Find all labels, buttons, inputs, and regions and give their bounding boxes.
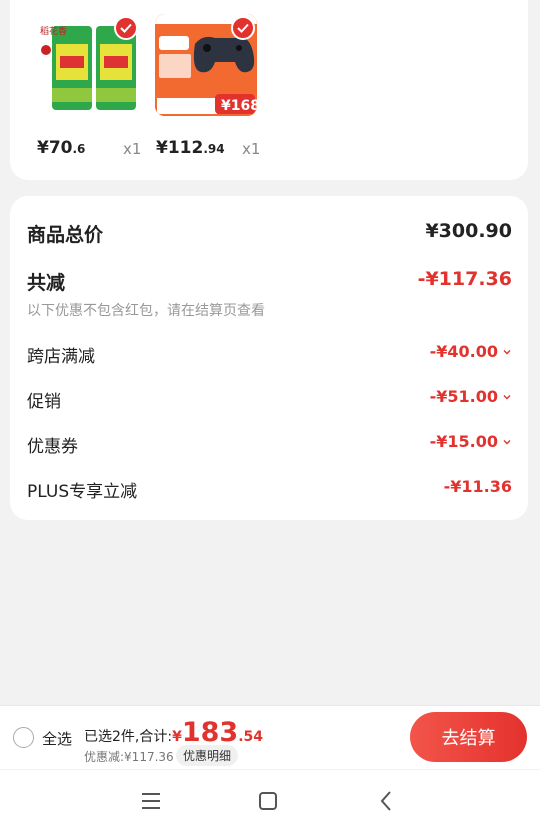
discount-amount: -¥51.00 [429,387,498,406]
discount-amount: -¥15.00 [429,432,498,451]
chevron-down-icon [503,349,511,354]
total-reduce-label: 共减 [27,272,66,294]
chevron-down-icon [503,439,511,444]
home-icon[interactable] [254,788,282,814]
price-integer: ¥70 [37,138,73,158]
coupon-label: 优惠券 [27,437,78,457]
system-nav-bar [0,770,540,832]
price-integer: ¥112 [156,138,204,158]
total-currency: ¥ [172,729,182,745]
product-price: ¥70.6 [37,138,85,158]
price-decimal: .94 [203,142,225,156]
rice-brand-text: 稻花香 [40,25,67,37]
total-decimal: .54 [238,729,264,745]
selected-count-text: 已选2件,合计: [84,729,173,745]
chevron-down-icon [503,394,511,399]
discount-note: 以下优惠不包含红包，请在结算页查看 [27,303,265,319]
selected-check-icon[interactable] [231,16,255,40]
coupon-value[interactable]: -¥15.00 [430,432,512,451]
plus-discount-value: -¥11.36 [443,477,512,496]
product-image-controller[interactable]: ¥168 [155,14,257,116]
discount-detail-button[interactable]: 优惠明细 [176,745,239,766]
total-integer: 183 [181,717,239,748]
promotion-label: 促销 [27,392,61,412]
product-quantity: x1 [123,140,142,158]
product-quantity: x1 [242,140,261,158]
controller-promo-price: ¥168 [221,98,257,114]
checkout-bar: 全选 已选2件,合计: ¥ 183 .54 优惠减:¥117.36 优惠明细 去… [0,705,540,769]
total-reduce-value: -¥117.36 [417,268,512,290]
promotion-value[interactable]: -¥51.00 [430,387,512,406]
menu-icon[interactable] [137,788,165,814]
price-decimal: .6 [72,142,86,156]
discount-summary-text: 优惠减:¥117.36 [84,750,174,764]
selected-check-icon[interactable] [114,16,138,40]
select-all-radio[interactable] [13,727,34,748]
select-all-label[interactable]: 全选 [42,728,72,749]
product-price: ¥112.94 [156,138,225,158]
discount-amount: -¥40.00 [429,342,498,361]
total-price-label: 商品总价 [27,224,104,246]
selected-total: 已选2件,合计: ¥ 183 .54 [84,717,264,748]
product-image-rice[interactable]: 稻花香 [38,14,140,116]
plus-discount-label: PLUS专享立减 [27,482,138,502]
cross-store-discount-label: 跨店满减 [27,347,95,367]
checkout-button[interactable]: 去结算 [410,712,527,762]
cross-store-discount-value[interactable]: -¥40.00 [430,342,512,361]
back-icon[interactable] [372,788,400,814]
product-card: 稻花香 ¥168 ¥70.6 x1 ¥112.94 x1 [10,0,528,180]
total-price-value: ¥300.90 [425,220,512,242]
price-summary-card: 商品总价 ¥300.90 共减 -¥117.36 以下优惠不包含红包，请在结算页… [10,196,528,520]
